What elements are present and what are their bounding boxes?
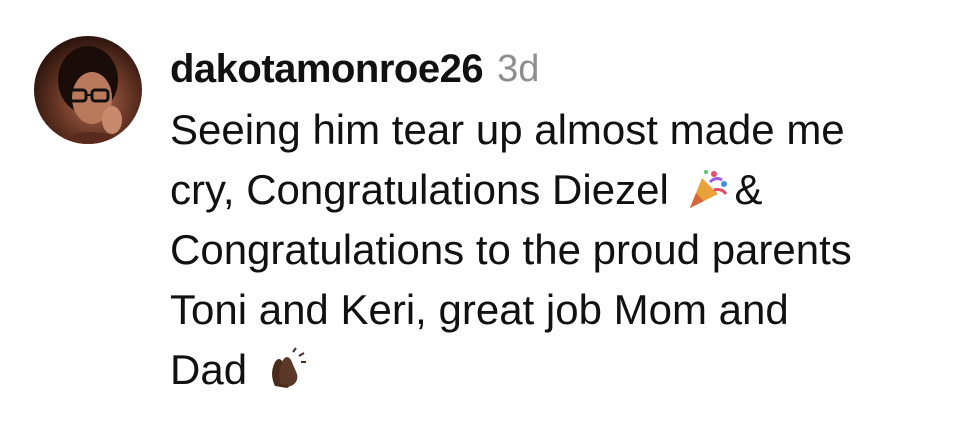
comment-header: dakotamonroe26 3d bbox=[170, 38, 970, 100]
avatar-woman-glasses-icon bbox=[54, 46, 132, 144]
comment-line-2: cry, Congratulations Diezel & bbox=[170, 160, 970, 220]
comment-text-segment: Toni and Keri, great job Mom and bbox=[170, 286, 789, 333]
comment-text-segment: Dad bbox=[170, 346, 248, 393]
comment-body: dakotamonroe26 3d Seeing him tear up alm… bbox=[170, 38, 970, 400]
comment-text: Seeing him tear up almost made me cry, C… bbox=[170, 100, 970, 400]
comment: dakotamonroe26 3d Seeing him tear up alm… bbox=[0, 0, 980, 426]
clapping-hands-icon bbox=[263, 346, 309, 392]
comment-text-segment: Seeing him tear up almost made me bbox=[170, 106, 845, 153]
comment-text-segment: & bbox=[734, 166, 763, 213]
comment-line-4: Toni and Keri, great job Mom and bbox=[170, 280, 970, 340]
comment-line-1: Seeing him tear up almost made me bbox=[170, 100, 970, 160]
comment-text-segment: Congratulations to the proud parents bbox=[170, 226, 852, 273]
comment-line-5: Dad bbox=[170, 340, 970, 400]
comment-text-segment: cry, Congratulations Diezel bbox=[170, 166, 669, 213]
party-popper-icon bbox=[684, 166, 730, 212]
username-link[interactable]: dakotamonroe26 bbox=[170, 47, 484, 92]
comment-line-3: Congratulations to the proud parents bbox=[170, 220, 970, 280]
timestamp[interactable]: 3d bbox=[497, 48, 539, 91]
avatar[interactable] bbox=[34, 36, 142, 144]
